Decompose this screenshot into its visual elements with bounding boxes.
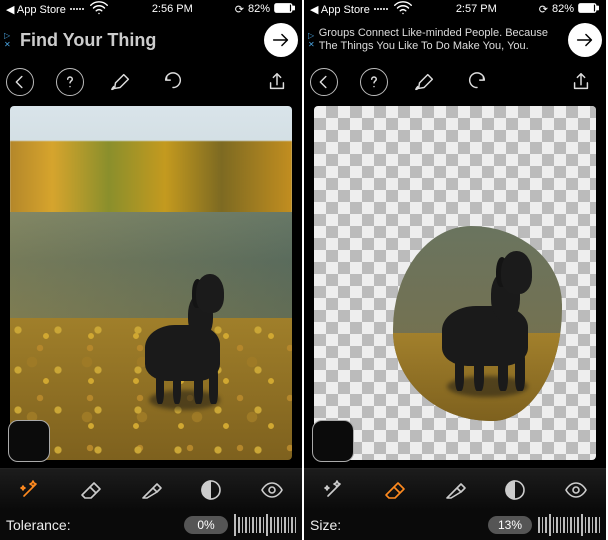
image-cutout (314, 106, 596, 460)
slider-ticks[interactable] (234, 514, 296, 536)
back-button[interactable] (310, 68, 338, 96)
remaining-blob (393, 226, 562, 421)
slider-label: Size: (310, 517, 341, 533)
slider-bar: Tolerance: 0% (0, 510, 302, 540)
magic-wand-tool[interactable] (319, 475, 349, 505)
adchoices-icon[interactable]: ▷✕ (4, 32, 16, 49)
screenshot-left: ◀︎ App Store 2:56 PM ⟳ 82% ▷✕ Find Your … (0, 0, 304, 540)
top-toolbar (0, 62, 302, 102)
preview-thumb[interactable] (8, 420, 50, 462)
preview-thumb[interactable] (312, 420, 354, 462)
battery-percent: 82% (248, 3, 270, 15)
top-toolbar (304, 62, 606, 102)
back-button[interactable] (6, 68, 34, 96)
adchoices-icon[interactable]: ▷✕ (308, 32, 315, 49)
signal-icon (374, 8, 388, 10)
ad-banner[interactable]: ▷✕ Groups Connect Like-minded People. Be… (304, 18, 606, 62)
shape-mask-tool[interactable] (500, 475, 530, 505)
orientation-lock-icon: ⟳ (539, 3, 548, 16)
help-button[interactable] (56, 68, 84, 96)
ad-arrow-button[interactable] (264, 23, 298, 57)
eraser-tool[interactable] (76, 475, 106, 505)
share-button[interactable] (566, 67, 596, 97)
slider-value: 0% (184, 516, 228, 534)
help-button[interactable] (360, 68, 388, 96)
ad-text: Find Your Thing (20, 30, 156, 51)
ad-banner[interactable]: ▷✕ Find Your Thing (0, 18, 302, 62)
battery-percent: 82% (552, 3, 574, 15)
ad-arrow-button[interactable] (568, 23, 602, 57)
preview-tool[interactable] (257, 475, 287, 505)
undo-button[interactable] (158, 67, 188, 97)
undo-button[interactable] (462, 67, 492, 97)
brush-settings-button[interactable] (106, 67, 136, 97)
tool-tabs (0, 468, 302, 510)
magic-wand-tool[interactable] (15, 475, 45, 505)
preview-tool[interactable] (561, 475, 591, 505)
shape-mask-tool[interactable] (196, 475, 226, 505)
orientation-lock-icon: ⟳ (235, 3, 244, 16)
clock: 2:57 PM (456, 3, 497, 15)
canvas-area[interactable] (304, 102, 606, 468)
signal-icon (70, 8, 84, 10)
back-to-app[interactable]: ◀︎ App Store (310, 3, 370, 16)
eraser-tool[interactable] (380, 475, 410, 505)
slider-value: 13% (488, 516, 532, 534)
slider-ticks[interactable] (538, 514, 600, 536)
status-bar: ◀︎ App Store 2:56 PM ⟳ 82% (0, 0, 302, 18)
clock: 2:56 PM (152, 3, 193, 15)
ad-text: Groups Connect Like-minded People. Becau… (319, 27, 562, 53)
slider-bar: Size: 13% (304, 510, 606, 540)
status-bar: ◀︎ App Store 2:57 PM ⟳ 82% (304, 0, 606, 18)
brush-settings-button[interactable] (410, 67, 440, 97)
subject-dog (134, 265, 241, 407)
restore-brush-tool[interactable] (440, 475, 470, 505)
slider-label: Tolerance: (6, 517, 71, 533)
tool-tabs (304, 468, 606, 510)
image-original (10, 106, 292, 460)
canvas-area[interactable] (0, 102, 302, 468)
screenshot-right: ◀︎ App Store 2:57 PM ⟳ 82% ▷✕ Groups Con… (304, 0, 608, 540)
back-to-app[interactable]: ◀︎ App Store (6, 3, 66, 16)
restore-brush-tool[interactable] (136, 475, 166, 505)
share-button[interactable] (262, 67, 292, 97)
subject-dog (430, 242, 552, 394)
